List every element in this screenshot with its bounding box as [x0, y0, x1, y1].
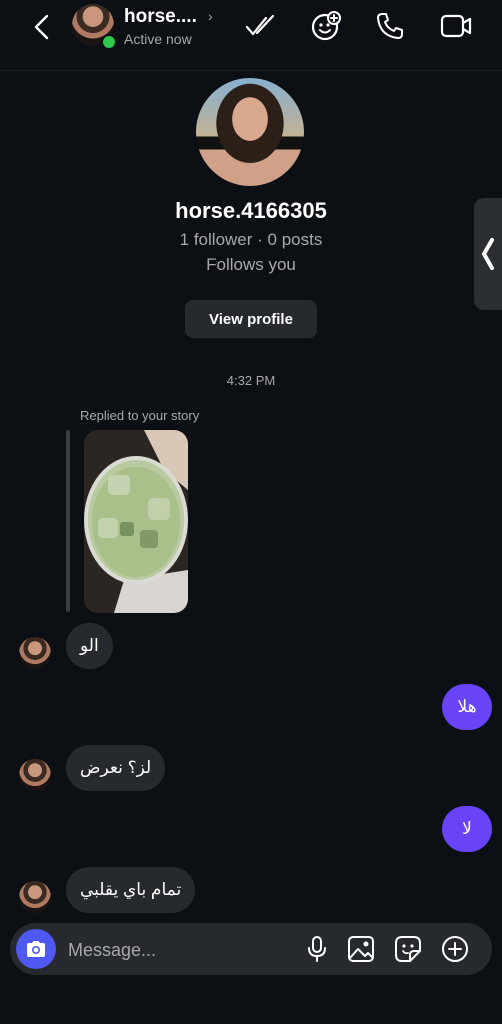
story-reply-label: Replied to your story	[80, 408, 200, 423]
message-composer	[10, 923, 492, 975]
sticker-button[interactable]	[394, 935, 422, 963]
video-icon	[440, 14, 472, 38]
mark-read-button[interactable]	[244, 10, 276, 42]
view-profile-button[interactable]: View profile	[185, 300, 317, 338]
voice-message-button[interactable]	[303, 935, 331, 963]
online-indicator	[101, 34, 117, 50]
thread-header: horse.... › Active now	[0, 0, 502, 71]
sender-avatar[interactable]	[19, 881, 51, 913]
message-timestamp: 4:32 PM	[226, 373, 276, 388]
header-status: Active now	[124, 31, 192, 47]
profile-picture[interactable]	[196, 78, 304, 186]
reply-indicator-bar	[66, 430, 70, 612]
call-button[interactable]	[374, 10, 406, 42]
gallery-icon	[348, 936, 374, 962]
story-thumbnail[interactable]	[84, 430, 188, 613]
dm-thread-screen: horse.... › Active now horse.4166305 1 f…	[0, 0, 502, 1024]
camera-button[interactable]	[16, 929, 56, 969]
header-username[interactable]: horse....	[124, 6, 197, 28]
back-chevron-icon	[34, 14, 49, 40]
effects-button[interactable]	[310, 10, 342, 42]
more-options-button[interactable]	[441, 935, 469, 963]
message-bubble-incoming[interactable]: لز؟ نعرض	[66, 745, 166, 791]
message-input[interactable]	[66, 931, 290, 969]
camera-icon	[27, 941, 45, 957]
side-panel-handle[interactable]	[474, 198, 502, 310]
message-bubble-outgoing[interactable]: هلا	[442, 684, 492, 730]
gallery-button[interactable]	[347, 935, 375, 963]
double-check-icon	[245, 14, 275, 36]
message-bubble-incoming[interactable]: الو	[66, 623, 113, 669]
sender-avatar[interactable]	[19, 637, 51, 669]
sender-avatar[interactable]	[19, 759, 51, 791]
video-call-button[interactable]	[440, 10, 472, 42]
follows-you-label: Follows you	[206, 255, 296, 274]
message-bubble-outgoing[interactable]: لا	[442, 806, 492, 852]
phone-icon	[377, 13, 403, 39]
chevron-right-icon: ›	[208, 8, 213, 24]
profile-username: horse.4166305	[175, 198, 327, 223]
back-button[interactable]	[28, 12, 58, 42]
sticker-icon	[395, 936, 421, 962]
story-image	[84, 430, 188, 613]
microphone-icon	[308, 936, 326, 962]
plus-icon	[442, 936, 468, 962]
chevron-left-icon	[482, 238, 494, 270]
add-emoji-icon	[311, 11, 341, 41]
profile-stats: 1 follower · 0 posts	[179, 230, 323, 249]
message-bubble-incoming[interactable]: تمام باي يقلبي	[66, 867, 196, 913]
